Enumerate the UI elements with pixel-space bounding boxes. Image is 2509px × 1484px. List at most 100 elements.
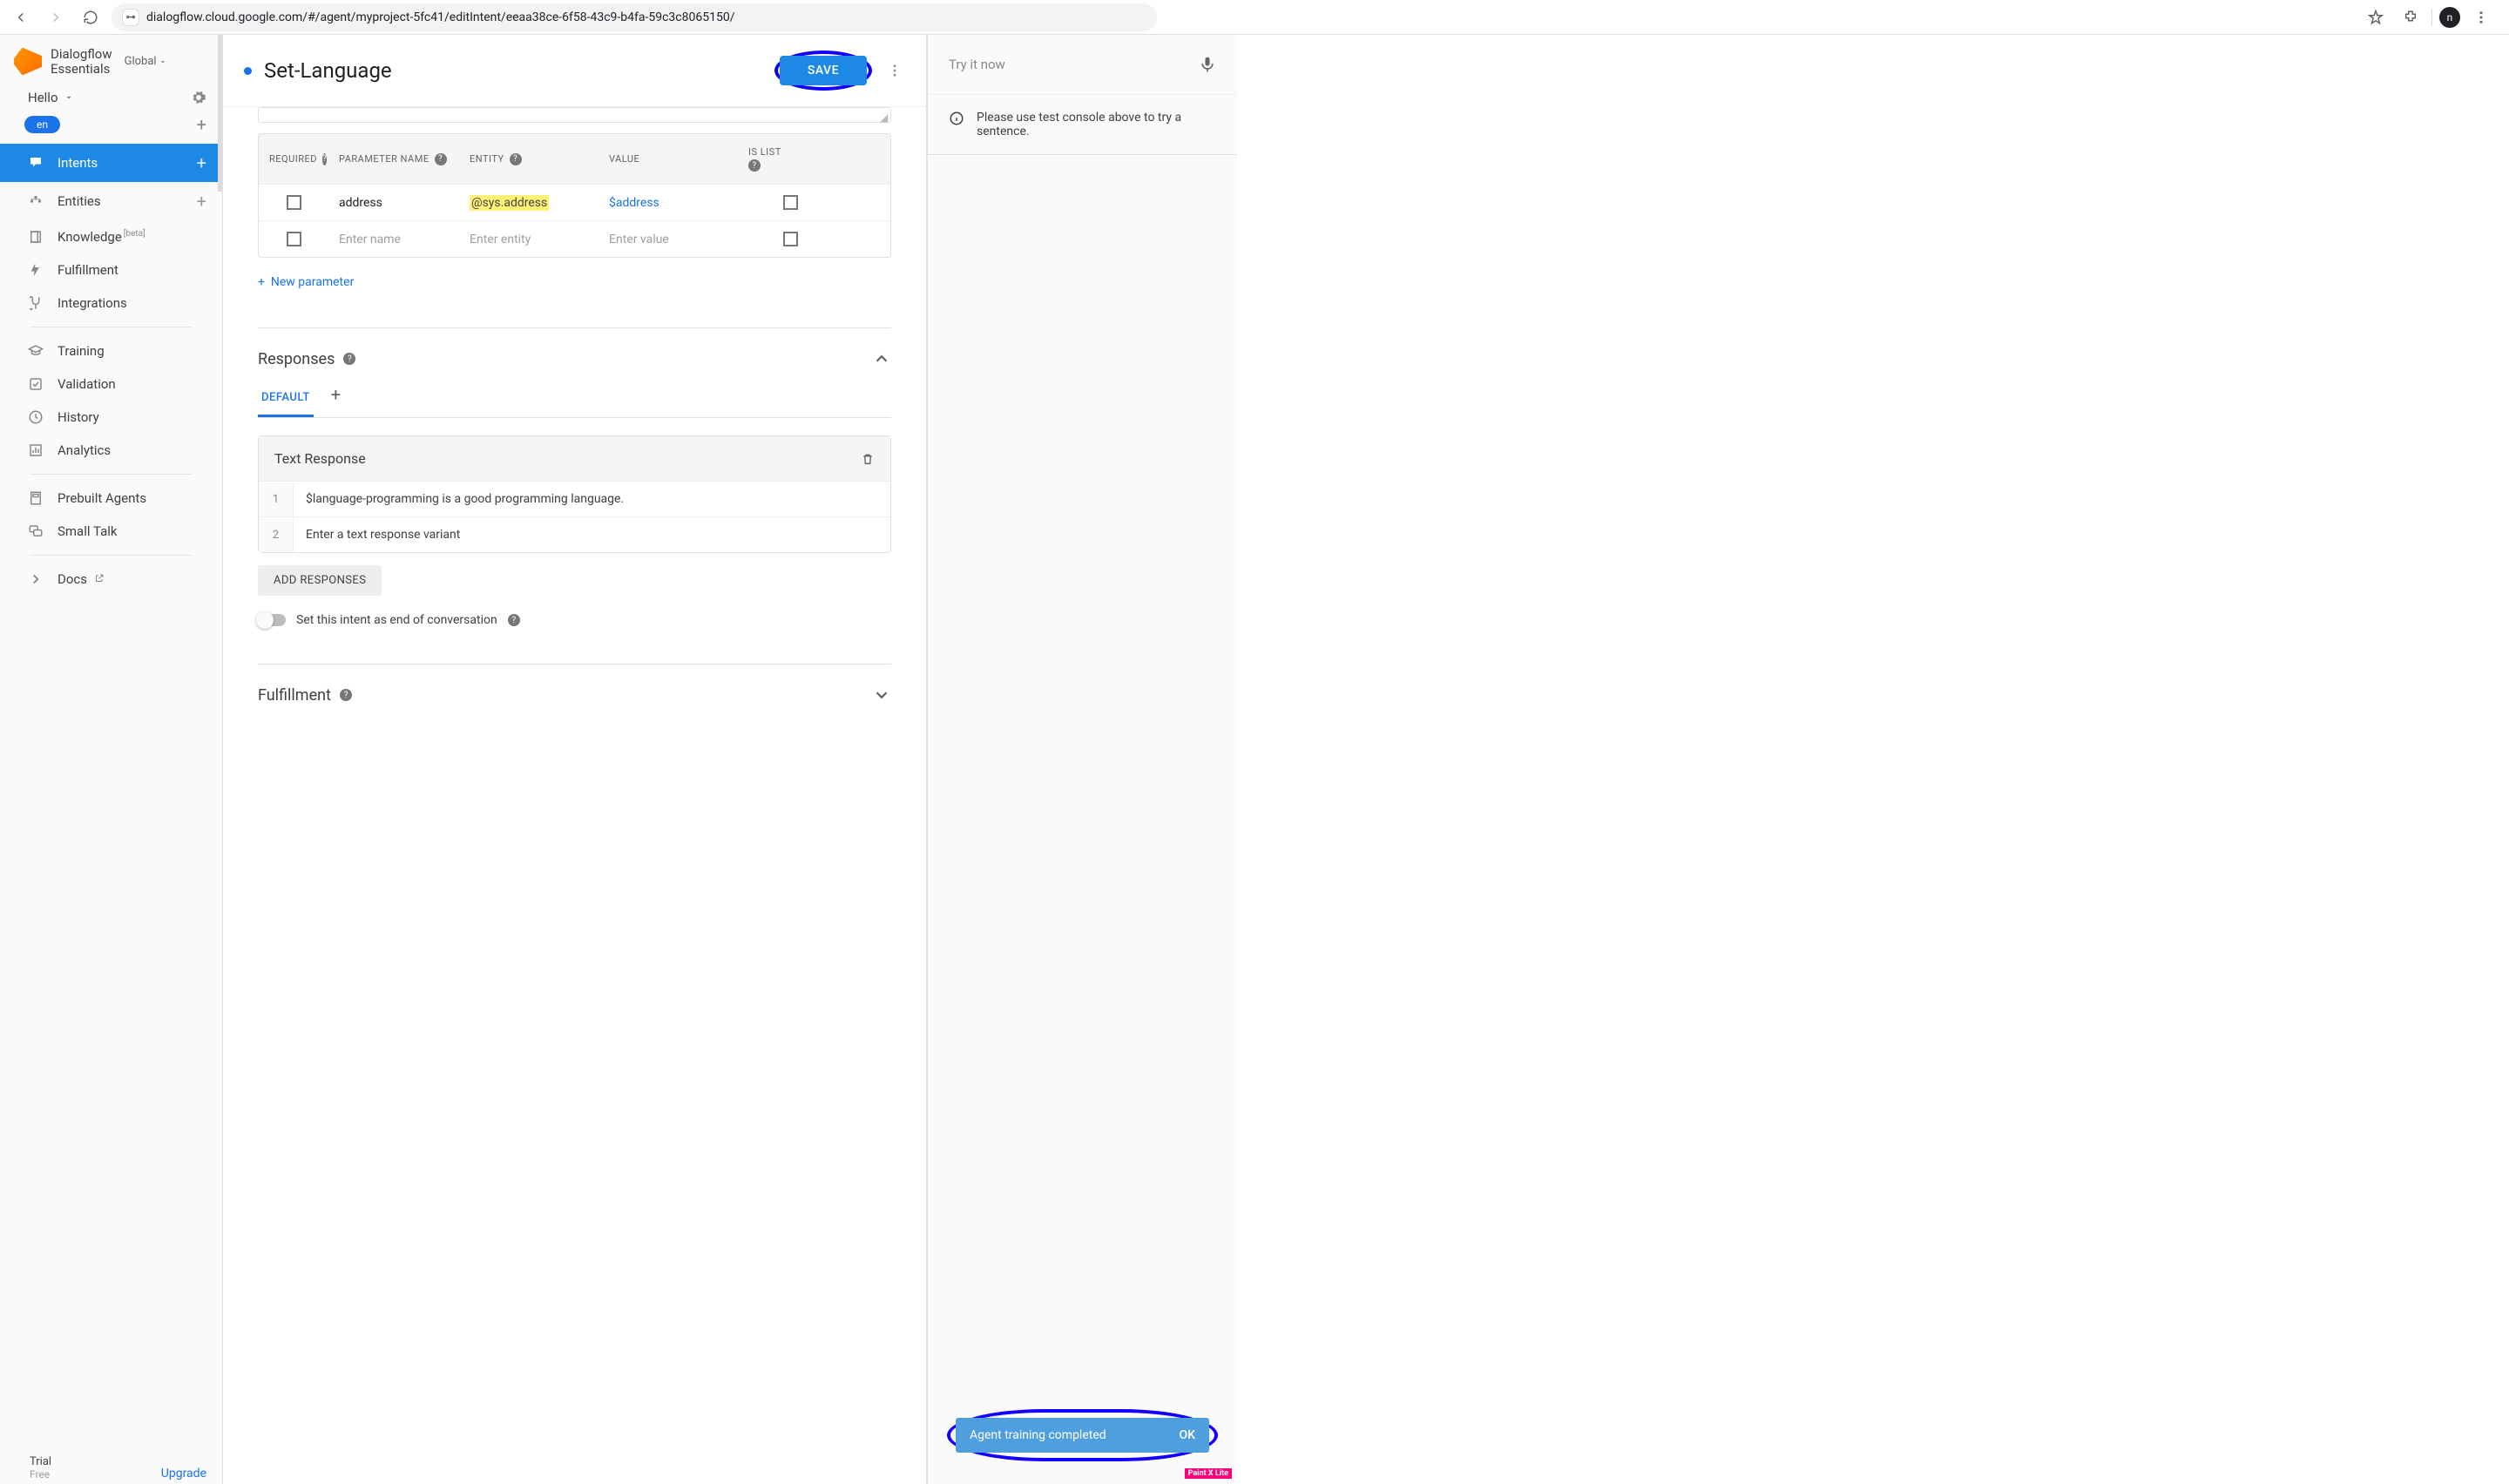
try-input-placeholder[interactable]: Try it now — [949, 57, 1005, 72]
training-phrase-textarea[interactable]: ◢ — [258, 107, 891, 123]
help-icon[interactable]: ? — [322, 153, 327, 165]
sidebar: Dialogflow Essentials Global Hello en + … — [0, 35, 223, 1484]
responses-title: Responses — [258, 350, 335, 368]
param-name-input[interactable]: Enter name — [328, 222, 459, 257]
param-entity-input[interactable]: Enter entity — [459, 222, 599, 257]
mic-icon[interactable] — [1199, 54, 1216, 75]
response-text-input[interactable]: $language-programming is a good programm… — [294, 482, 890, 516]
add-responses-button[interactable]: ADD RESPONSES — [258, 565, 382, 596]
knowledge-icon — [28, 229, 44, 245]
text-response-card: Text Response 1 $language-programming is… — [258, 435, 891, 553]
training-toast: Agent training completed OK — [956, 1418, 1209, 1453]
sidebar-item-analytics[interactable]: Analytics — [0, 434, 222, 467]
forward-icon[interactable] — [42, 3, 70, 31]
language-pill[interactable]: en — [24, 116, 60, 133]
url-bar[interactable]: ⊶ dialogflow.cloud.google.com/#/agent/my… — [112, 3, 1157, 31]
th-required: REQUIRED — [269, 153, 317, 165]
training-icon — [28, 343, 44, 359]
sidebar-item-fulfillment[interactable]: Fulfillment — [0, 253, 222, 287]
required-checkbox[interactable] — [287, 232, 301, 246]
add-entity-icon[interactable]: + — [197, 191, 206, 212]
sidebar-item-entities[interactable]: Entities + — [0, 182, 222, 220]
fulfillment-section-header: Fulfillment ? — [258, 685, 891, 705]
star-icon[interactable] — [2362, 3, 2390, 31]
sidebar-item-prebuilt[interactable]: Prebuilt Agents — [0, 482, 222, 515]
toast-callout-highlight: Agent training completed OK — [947, 1409, 1218, 1461]
th-value: VALUE — [609, 153, 639, 165]
sidebar-item-smalltalk[interactable]: Small Talk — [0, 515, 222, 548]
help-icon[interactable]: ? — [435, 153, 447, 165]
sidebar-item-integrations[interactable]: Integrations — [0, 287, 222, 320]
param-value-input[interactable]: Enter value — [599, 222, 738, 257]
sidebar-item-validation[interactable]: Validation — [0, 368, 222, 401]
integrations-icon — [28, 295, 44, 311]
sidebar-item-training[interactable]: Training — [0, 334, 222, 368]
required-checkbox[interactable] — [287, 195, 301, 210]
islist-checkbox[interactable] — [783, 195, 798, 210]
parameters-table: REQUIRED? PARAMETER NAME? ENTITY? VALUE … — [258, 133, 891, 258]
response-row: 1 $language-programming is a good progra… — [259, 481, 890, 516]
param-name-cell[interactable]: address — [328, 186, 459, 220]
help-icon[interactable]: ? — [343, 353, 355, 365]
trash-icon[interactable] — [861, 451, 875, 467]
new-parameter-link[interactable]: + New parameter — [258, 268, 891, 310]
profile-avatar[interactable]: n — [2439, 7, 2460, 28]
scope-selector[interactable]: Global — [125, 55, 167, 68]
save-callout-highlight: SAVE — [774, 51, 872, 91]
toast-ok-button[interactable]: OK — [1180, 1428, 1196, 1442]
table-row: Enter name Enter entity Enter value — [259, 220, 890, 257]
agent-selector[interactable]: Hello — [0, 84, 222, 111]
response-text-input[interactable]: Enter a text response variant — [294, 517, 890, 552]
chrome-menu-icon[interactable] — [2467, 3, 2495, 31]
validation-icon — [28, 376, 44, 392]
more-menu-icon[interactable] — [884, 60, 905, 81]
add-intent-icon[interactable]: + — [197, 152, 206, 173]
intent-title[interactable]: Set-Language — [264, 58, 762, 83]
chevron-down-icon — [159, 57, 167, 66]
upgrade-link[interactable]: Upgrade — [161, 1467, 206, 1481]
intents-icon — [28, 155, 44, 171]
end-conversation-toggle[interactable] — [258, 614, 286, 626]
fulfillment-title: Fulfillment — [258, 686, 331, 705]
chevron-down-icon[interactable] — [872, 685, 891, 705]
table-row: address @sys.address $address — [259, 184, 890, 220]
response-row: 2 Enter a text response variant — [259, 516, 890, 552]
trial-label: Trial — [30, 1455, 51, 1468]
gear-icon[interactable] — [191, 90, 206, 105]
back-icon[interactable] — [7, 3, 35, 31]
help-icon[interactable]: ? — [510, 153, 522, 165]
param-value-cell[interactable]: $address — [609, 196, 659, 210]
chevron-up-icon[interactable] — [872, 349, 891, 368]
sidebar-item-intents[interactable]: Intents + — [0, 144, 222, 182]
brand-line2: Essentials — [51, 62, 112, 77]
help-icon[interactable]: ? — [340, 689, 352, 701]
islist-checkbox[interactable] — [783, 232, 798, 246]
site-settings-icon[interactable]: ⊶ — [122, 9, 139, 26]
param-entity-cell[interactable]: @sys.address — [470, 195, 549, 211]
fulfillment-icon — [28, 262, 44, 278]
external-link-icon — [94, 573, 105, 583]
entities-icon — [28, 193, 44, 209]
add-tab-icon[interactable]: + — [331, 384, 341, 417]
th-islist: IS LIST — [748, 146, 781, 158]
content-area: Set-Language SAVE ◢ REQUIRED? PARAMETER … — [223, 35, 927, 1484]
reload-icon[interactable] — [77, 3, 105, 31]
extensions-icon[interactable] — [2397, 3, 2424, 31]
th-entity: ENTITY — [470, 153, 504, 165]
sidebar-item-docs[interactable]: Docs — [0, 563, 222, 596]
sidebar-item-knowledge[interactable]: Knowledge[beta] — [0, 220, 222, 253]
help-icon[interactable]: ? — [748, 159, 761, 172]
url-text: dialogflow.cloud.google.com/#/agent/mypr… — [146, 10, 734, 24]
test-panel: Try it now Please use test console above… — [927, 35, 1237, 1484]
sidebar-item-history[interactable]: History — [0, 401, 222, 434]
response-card-title: Text Response — [274, 450, 366, 467]
save-button[interactable]: SAVE — [780, 56, 867, 85]
brand-line1: Dialogflow — [51, 47, 112, 62]
help-icon[interactable]: ? — [508, 614, 520, 626]
unsaved-indicator — [244, 67, 252, 75]
add-language-icon[interactable]: + — [197, 114, 206, 135]
info-icon — [949, 111, 964, 126]
free-label: Free — [30, 1468, 51, 1481]
tab-default[interactable]: DEFAULT — [258, 384, 314, 417]
prebuilt-icon — [28, 490, 44, 506]
